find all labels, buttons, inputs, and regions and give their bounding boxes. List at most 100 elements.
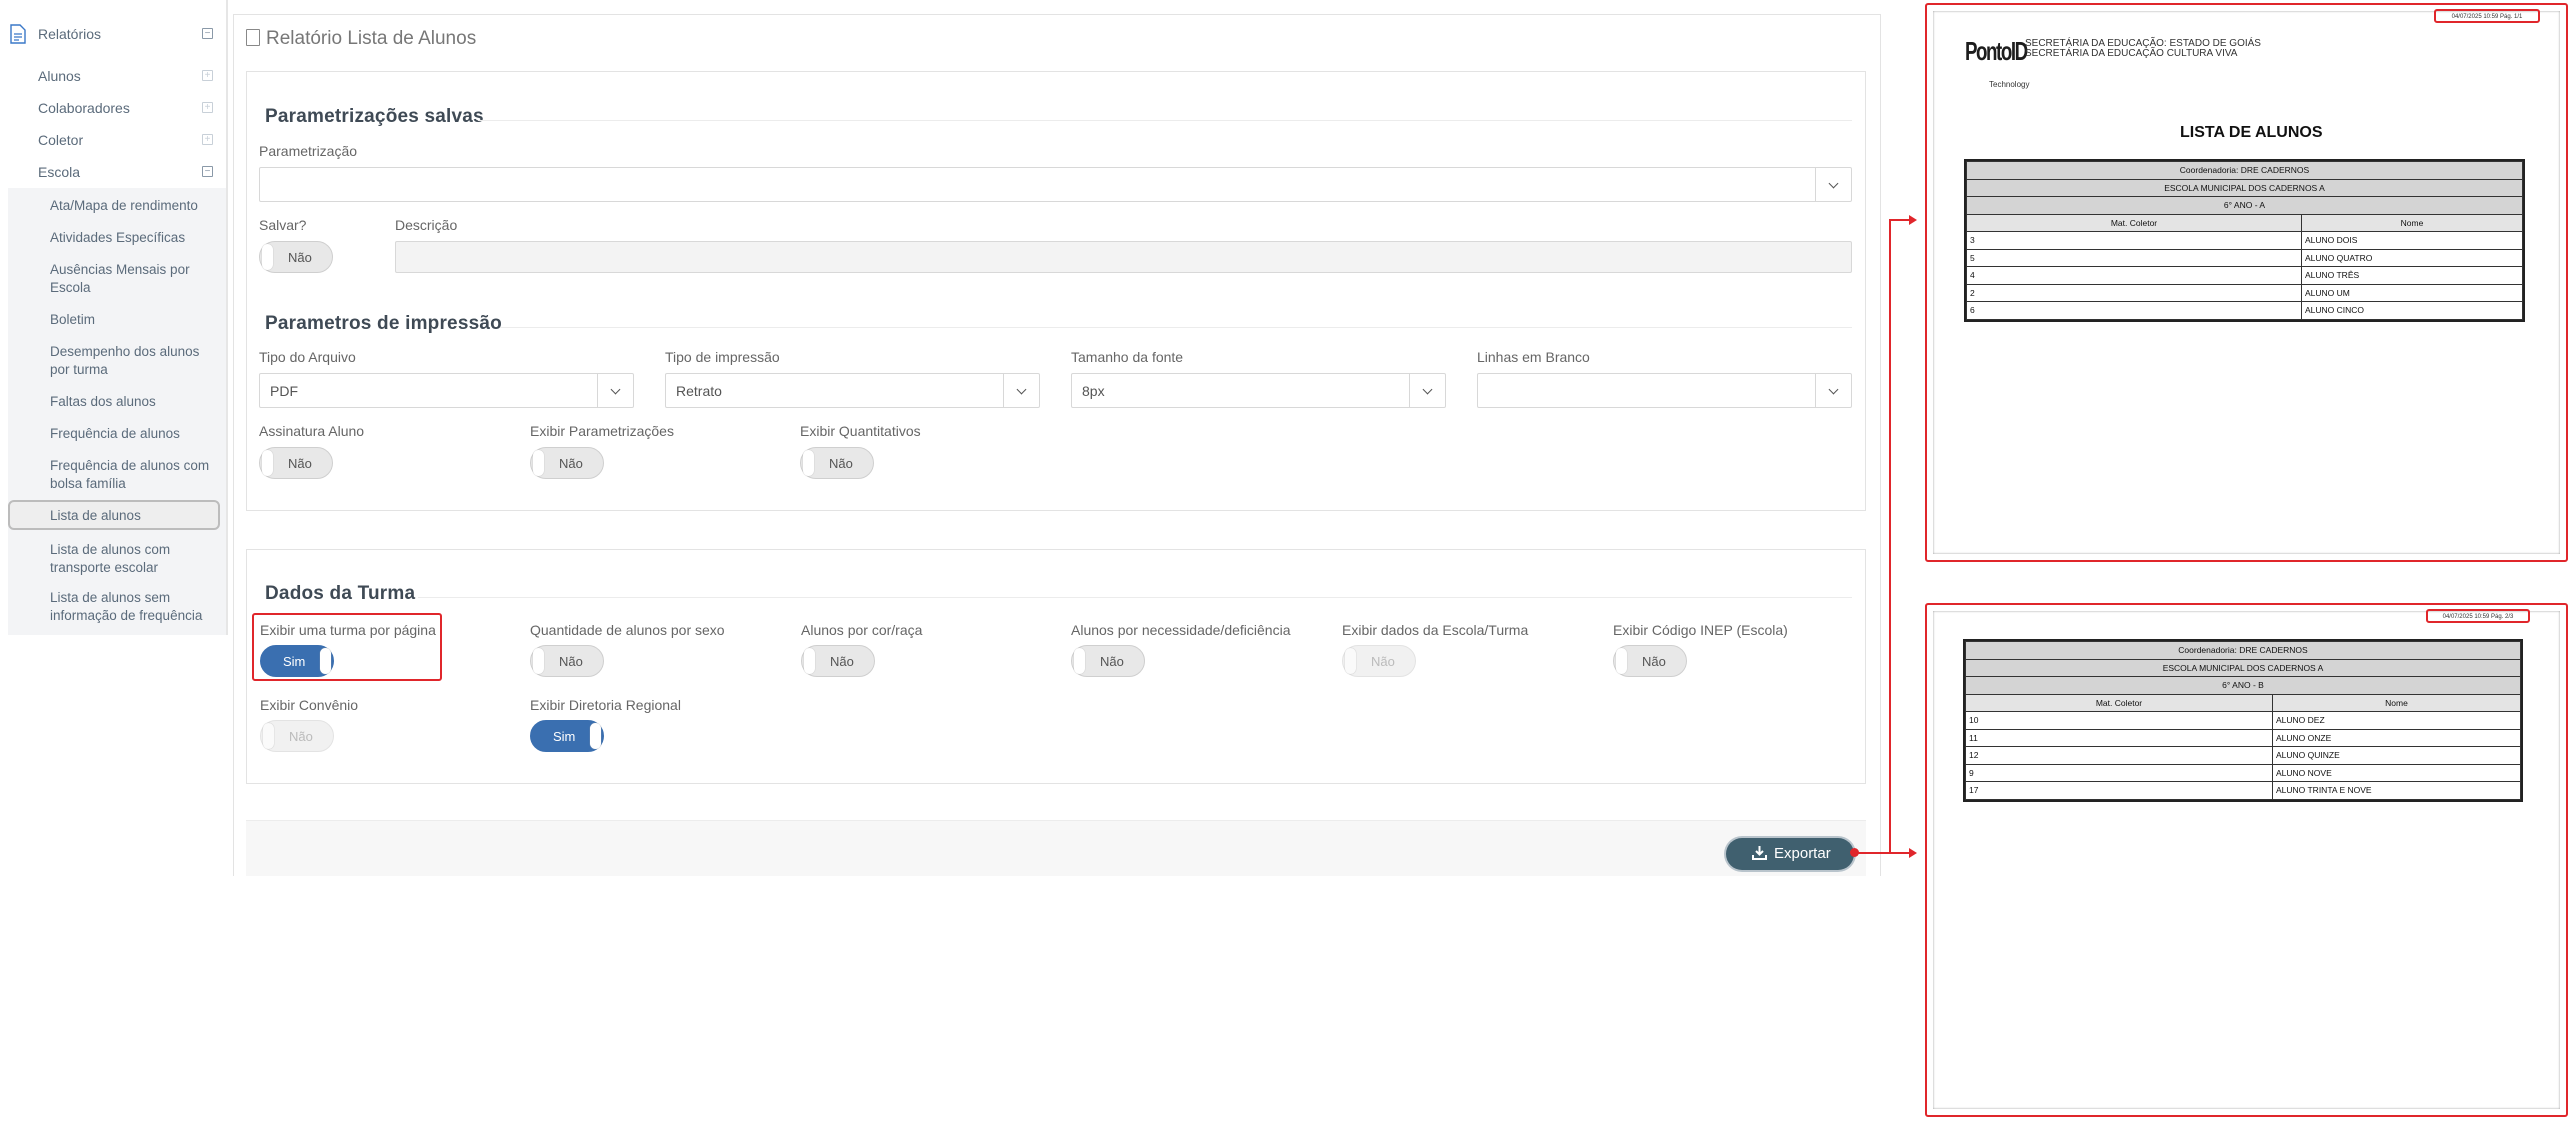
sidebar-subitem[interactable]: Ausências Mensais por Escola [8,260,226,298]
page-title-text: Relatório Lista de Alunos [266,28,477,49]
chevron-down-icon[interactable] [1815,168,1851,201]
sidebar-subitem[interactable]: Ata/Mapa de rendimento [8,196,226,216]
table-header-name: Nome [2301,213,2523,232]
legend-divider [418,597,1852,598]
signature-switch[interactable]: Não [259,447,333,479]
sidebar-subitem[interactable]: Faltas dos alunos [8,392,226,412]
cell-mat: 3 [1966,231,2302,250]
sidebar-item-coletor[interactable]: Coletor + [0,132,228,152]
sidebar-item-escola[interactable]: Escola − [0,164,228,184]
chevron-down-icon[interactable] [1003,374,1039,407]
sidebar-subitem-label: Lista de alunos [50,508,141,523]
page-title: Relatório Lista de Alunos [246,28,476,50]
by-sex-switch-label: Não [559,654,583,669]
sidebar-subitem-label: Desempenho dos alunos por turma [50,344,200,377]
by-need-switch[interactable]: Não [1071,645,1145,677]
param-label: Parametrização [259,143,358,159]
one-per-page-switch[interactable]: Sim [260,645,334,677]
by-need-switch-label: Não [1100,654,1124,669]
table-row: 11 ALUNO ONZE [1965,728,2521,747]
sidebar-item-alunos[interactable]: Alunos + [0,68,228,88]
school-data-switch[interactable]: Não [1342,645,1416,677]
regional-switch-label: Sim [553,729,576,744]
sidebar-subitem[interactable]: Lista de alunos com transporte escolar [8,540,226,578]
sidebar-subitem-active[interactable]: Lista de alunos [8,500,220,530]
file-type-value: PDF [270,383,298,399]
sidebar-subitem[interactable]: Frequência de alunos com bolsa família [8,456,226,494]
inep-switch-label: Não [1642,654,1666,669]
cell-name: ALUNO UM [2301,283,2523,302]
report-table-page-2: Coordenadoria: DRE CADERNOS ESCOLA MUNIC… [1963,639,2523,802]
expand-icon[interactable]: + [202,70,213,81]
font-size-label: Tamanho da fonte [1071,349,1184,365]
sidebar-subitem[interactable]: Boletim [8,310,226,330]
show-quant-label: Exibir Quantitativos [800,423,921,439]
regional-switch[interactable]: Sim [530,720,604,752]
covenant-switch-label: Não [289,729,313,744]
table-row: 6 ALUNO CINCO [1966,301,2523,320]
pontoid-logo: PontoID Technology [1965,36,2029,98]
legend-divider [500,327,1852,328]
inep-switch[interactable]: Não [1613,645,1687,677]
blank-lines-select[interactable] [1477,373,1852,408]
cell-mat: 10 [1965,711,2273,730]
table-row: 10 ALUNO DEZ [1965,711,2521,730]
chevron-down-icon[interactable] [597,374,633,407]
cell-mat: 17 [1965,781,2273,800]
sidebar-subitem[interactable]: Lista de alunos sem informação de frequê… [8,588,226,626]
sidebar-item-label: Relatórios [38,26,102,42]
saved-params-legend: Parametrizações salvas [265,106,484,127]
sidebar-subitem-label: Ausências Mensais por Escola [50,262,190,295]
cell-name: ALUNO ONZE [2272,728,2521,747]
report-table-page-1: Coordenadoria: DRE CADERNOS ESCOLA MUNIC… [1964,159,2525,322]
report-title: LISTA DE ALUNOS [2180,124,2323,141]
file-type-select[interactable]: PDF [259,373,634,408]
show-params-label: Exibir Parametrizações [530,423,674,439]
arrow-head [1909,215,1917,225]
cell-name: ALUNO CINCO [2301,301,2523,320]
sidebar-subitem-label: Lista de alunos com transporte escolar [50,542,171,575]
by-sex-switch[interactable]: Não [530,645,604,677]
param-select[interactable] [259,167,1852,202]
export-button[interactable]: Exportar [1726,838,1854,870]
show-quant-switch[interactable]: Não [800,447,874,479]
arrow-head [1909,848,1917,858]
show-params-switch[interactable]: Não [530,447,604,479]
chevron-down-icon[interactable] [1815,374,1851,407]
cell-name: ALUNO DEZ [2272,711,2521,730]
collapse-icon[interactable]: − [202,166,213,177]
save-switch[interactable]: Não [259,241,333,273]
sidebar-item-label: Coletor [38,132,84,148]
covenant-switch[interactable]: Não [260,720,334,752]
sidebar-subitem[interactable]: Frequência de alunos [8,424,226,444]
by-need-label: Alunos por necessidade/deficiência [1071,622,1291,638]
sidebar-item-label: Escola [38,164,81,180]
cell-name: ALUNO QUATRO [2301,248,2523,267]
connector-dot [1850,848,1859,857]
sidebar-subitem-label: Lista de alunos sem informação de frequê… [50,590,203,623]
parameters-panel [246,71,1866,511]
sidebar-item-relatorios[interactable]: Relatórios − [0,18,228,50]
description-field[interactable] [395,241,1852,273]
cell-name: ALUNO TRÊS [2301,266,2523,285]
cell-mat: 11 [1965,728,2273,747]
expand-icon[interactable]: + [202,134,213,145]
logo-subtext: Technology [1989,80,2030,89]
sidebar-subitem[interactable]: Atividades Específicas [8,228,226,248]
table-header-mat: Mat. Coletor [1965,693,2273,712]
connector-line [1889,219,1891,854]
expand-icon[interactable]: + [202,102,213,113]
chevron-down-icon[interactable] [1409,374,1445,407]
export-button-label: Exportar [1774,845,1831,862]
sidebar-subitem[interactable]: Desempenho dos alunos por turma [8,342,226,380]
sidebar-item-colaboradores[interactable]: Colaboradores + [0,100,228,120]
signature-label: Assinatura Aluno [259,423,365,439]
collapse-icon[interactable]: − [202,28,213,39]
font-size-select[interactable]: 8px [1071,373,1446,408]
by-race-switch[interactable]: Não [801,645,875,677]
sidebar-item-label: Alunos [38,68,81,84]
signature-switch-label: Não [288,456,312,471]
print-type-select[interactable]: Retrato [665,373,1040,408]
show-quant-switch-label: Não [829,456,853,471]
main-right-border [1880,14,1881,876]
